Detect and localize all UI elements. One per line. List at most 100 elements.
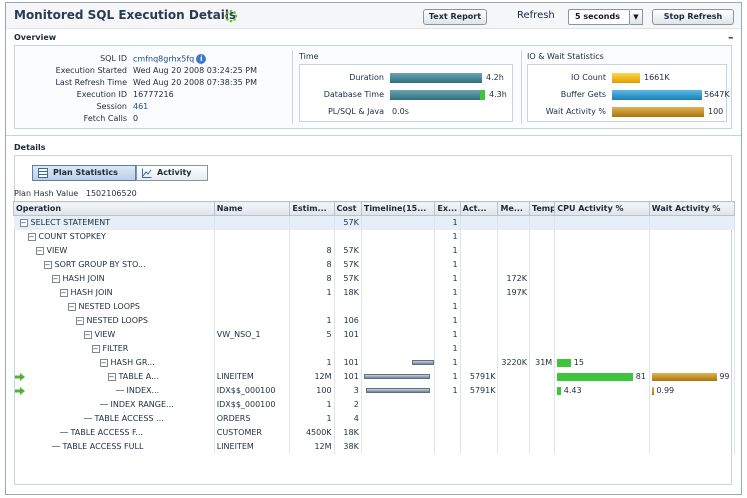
table-row[interactable]: − VIEW 8 57K 1 [13, 243, 736, 258]
operation-cell[interactable]: − NESTED LOOPS [13, 313, 215, 328]
collapse-icon[interactable]: − [27, 232, 36, 241]
table-row[interactable]: TABLE ACCESS FULL LINEITEM 12M 38K [13, 439, 736, 454]
operation-cell[interactable]: − COUNT STOPKEY [13, 229, 215, 244]
operation-cell[interactable]: − FILTER [13, 341, 215, 356]
operation-label: INDEX... [126, 386, 160, 395]
executions-cell: 1 [434, 355, 461, 370]
actual-rows-cell [460, 313, 499, 328]
operation-label: SORT GROUP BY STO... [54, 260, 146, 269]
memory-cell [497, 341, 530, 356]
table-row[interactable]: − VIEW VW_NSO_1 5 101 1 [13, 327, 736, 342]
table-row[interactable]: INDEX RANGE... IDX$$_000100 1 2 [13, 397, 736, 412]
operation-cell[interactable]: TABLE ACCESS F... [13, 425, 215, 440]
column-header-executions[interactable]: Ex... [434, 201, 461, 216]
plan-statistics-table: Operation Name Estim... Cost Timeline(15… [13, 201, 736, 454]
operation-cell[interactable]: INDEX RANGE... [13, 397, 215, 412]
table-row[interactable]: − FILTER 1 [13, 341, 736, 356]
wait-activity-bar [612, 107, 704, 117]
column-header-memory[interactable]: Me... [497, 201, 530, 216]
plan-hash-number: 1502106520 [85, 189, 137, 198]
stop-refresh-button[interactable]: Stop Refresh [652, 9, 734, 25]
collapse-icon[interactable]: − [67, 302, 76, 311]
operation-cell[interactable]: − SORT GROUP BY STO... [13, 257, 215, 272]
fetch-calls-value: 0 [133, 114, 139, 123]
chevron-down-icon[interactable]: ▼ [630, 9, 643, 25]
collapse-icon[interactable]: − [59, 288, 68, 297]
column-header-name[interactable]: Name [213, 201, 291, 216]
operation-cell[interactable]: − VIEW [13, 243, 215, 258]
estimated-rows-cell [289, 341, 335, 356]
operation-cell[interactable]: − NESTED LOOPS [13, 299, 215, 314]
temp-cell [529, 341, 556, 356]
timeline-cell [361, 411, 436, 426]
time-title: Time [299, 52, 319, 61]
memory-cell [497, 257, 530, 272]
table-row[interactable]: − SORT GROUP BY STO... 8 57K 1 [13, 257, 736, 272]
column-header-estimated-rows[interactable]: Estim... [289, 201, 335, 216]
collapse-icon[interactable]: − [35, 246, 44, 255]
overview-title: Overview [14, 33, 57, 42]
table-row[interactable]: − SELECT STATEMENT 57K 1 [13, 215, 736, 230]
collapse-icon[interactable]: − [19, 218, 28, 227]
operation-cell[interactable]: − VIEW [13, 327, 215, 342]
operation-cell[interactable]: INDEX... [13, 383, 215, 398]
execution-started-value: Wed Aug 20 2008 03:24:25 PM [133, 66, 257, 75]
fetch-calls-label: Fetch Calls [83, 114, 127, 123]
table-row[interactable]: TABLE ACCESS ... ORDERS 1 4 [13, 411, 736, 426]
column-header-wait-activity[interactable]: Wait Activity % [648, 201, 736, 216]
refresh-interval-select[interactable]: 5 seconds [568, 9, 630, 25]
header-bar: Monitored SQL Execution Details Text Rep… [6, 3, 741, 29]
info-icon[interactable]: i [196, 54, 207, 64]
column-header-cost[interactable]: Cost [333, 201, 362, 216]
operation-cell[interactable]: − SELECT STATEMENT [13, 215, 215, 230]
tab-activity[interactable]: Activity [136, 165, 208, 181]
table-row[interactable]: − TABLE A... LINEITEM 12M 101 1 5791K 81 99 [13, 369, 736, 384]
operation-cell[interactable]: − HASH JOIN [13, 285, 215, 300]
session-link[interactable]: 461 [133, 102, 148, 111]
column-header-temp[interactable]: Temp [528, 201, 556, 216]
table-row[interactable]: − COUNT STOPKEY 1 [13, 229, 736, 244]
collapse-icon[interactable]: − [99, 358, 108, 367]
operation-cell[interactable]: − TABLE A... [13, 369, 215, 384]
tab-plan-statistics[interactable]: Plan Statistics [32, 165, 136, 181]
operation-cell[interactable]: TABLE ACCESS FULL [13, 439, 215, 454]
collapse-icon[interactable]: − [51, 274, 60, 283]
cost-cell [334, 299, 362, 314]
buffer-gets-value: 5647K [704, 90, 730, 99]
collapse-icon[interactable]: − [91, 344, 100, 353]
collapse-icon[interactable]: − [43, 260, 52, 269]
estimated-rows-cell: 4500K [289, 425, 335, 440]
timeline-cell [361, 229, 436, 244]
sql-id-value[interactable]: cmfnq8grhx5fq i [133, 54, 207, 64]
minimize-overview-icon[interactable]: – [728, 31, 734, 44]
table-row[interactable]: − HASH GR... 1 101 1 3220K 31M 15 [13, 355, 736, 370]
wait-activity-cell [649, 313, 736, 328]
table-row[interactable]: − HASH JOIN 1 18K 1 197K [13, 285, 736, 300]
text-report-button[interactable]: Text Report [423, 9, 487, 25]
column-header-actual-rows[interactable]: Act... [459, 201, 499, 216]
actual-rows-cell [460, 411, 499, 426]
table-row[interactable]: INDEX... IDX$$_000100 100 3 1 5791K 4.43 0.99 [13, 383, 736, 398]
operation-cell[interactable]: − HASH GR... [13, 355, 215, 370]
collapse-icon[interactable]: − [75, 316, 84, 325]
collapse-icon[interactable]: − [107, 372, 116, 381]
cpu-activity-cell [554, 313, 650, 328]
table-row[interactable]: − NESTED LOOPS 1 106 1 [13, 313, 736, 328]
timeline-cell [361, 341, 436, 356]
table-row[interactable]: TABLE ACCESS F... CUSTOMER 4500K 18K [13, 425, 736, 440]
object-name-cell [214, 299, 291, 314]
object-name-cell: ORDERS [214, 411, 291, 426]
collapse-icon[interactable]: − [83, 330, 92, 339]
operation-cell[interactable]: TABLE ACCESS ... [13, 411, 215, 426]
temp-cell [529, 257, 556, 272]
column-header-timeline[interactable]: Timeline(15... [360, 201, 436, 216]
column-header-cpu-activity[interactable]: CPU Activity % [554, 201, 650, 216]
table-row[interactable]: − NESTED LOOPS 1 [13, 299, 736, 314]
operation-cell[interactable]: − HASH JOIN [13, 271, 215, 286]
column-header-operation[interactable]: Operation [13, 201, 215, 216]
wait-activity-cell [649, 425, 736, 440]
operation-label: NESTED LOOPS [86, 316, 148, 325]
table-row[interactable]: − HASH JOIN 8 57K 1 172K [13, 271, 736, 286]
sql-monitor-window: Monitored SQL Execution Details Text Rep… [5, 2, 742, 495]
wait-activity-cell [649, 271, 736, 286]
